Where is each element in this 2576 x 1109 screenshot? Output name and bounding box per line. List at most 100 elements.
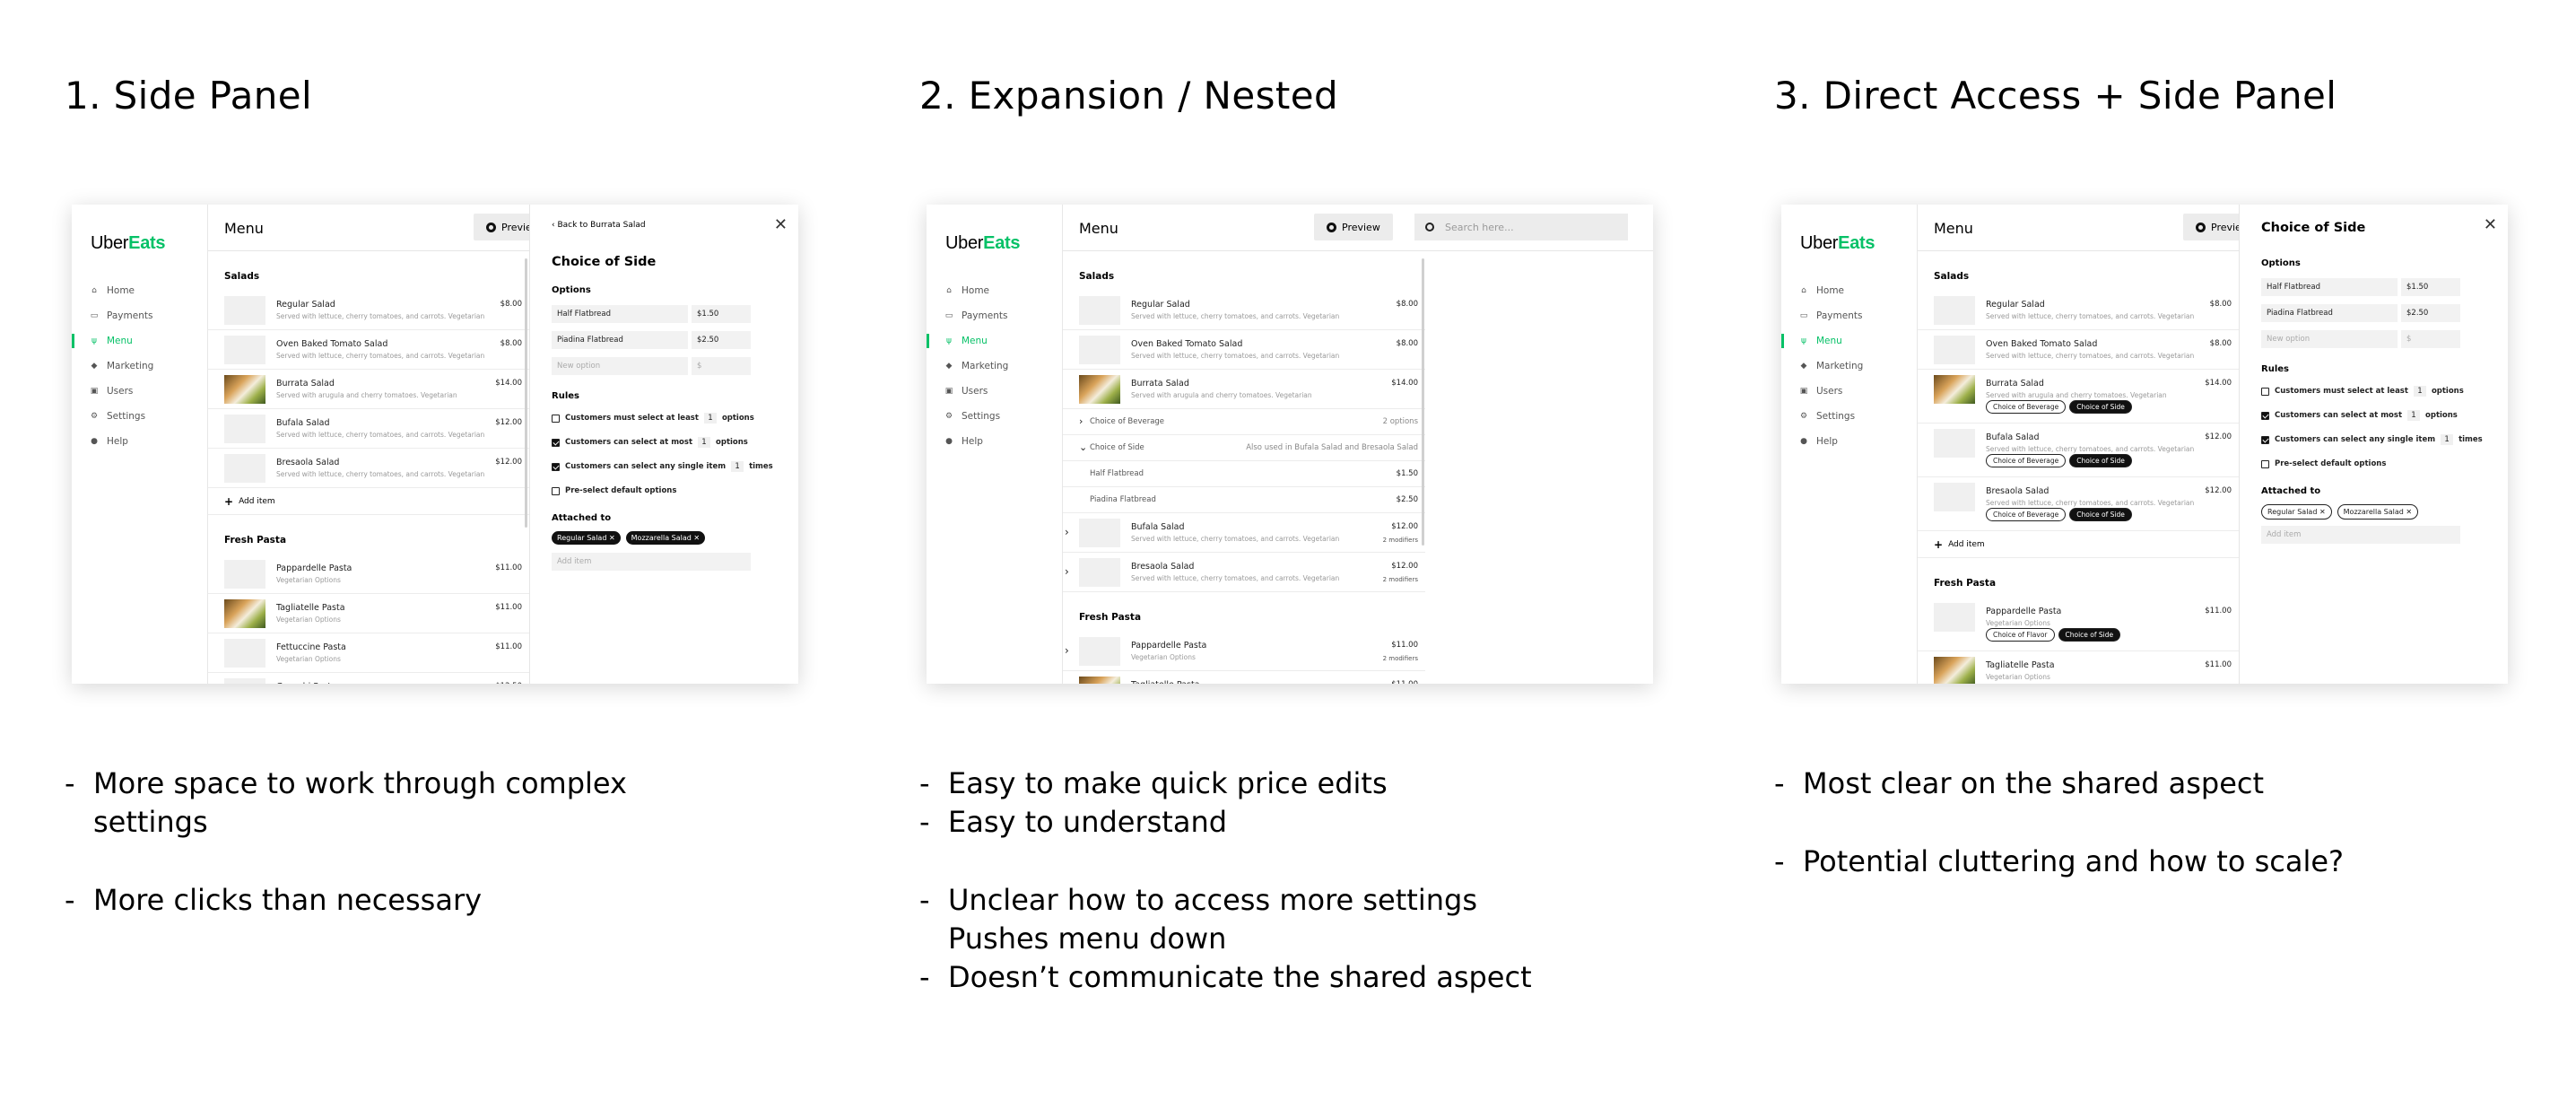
chevron-right-icon[interactable]: › bbox=[1065, 526, 1069, 538]
item-price[interactable]: $12.00 bbox=[1391, 562, 1418, 571]
item-price[interactable]: $12.00 bbox=[495, 458, 522, 467]
option-name[interactable]: Half Flatbread bbox=[1090, 469, 1144, 478]
menu-item-row[interactable]: Oven Baked Tomato Salad Served with lettu… bbox=[1063, 330, 1425, 370]
rule-number-input[interactable]: 1 bbox=[2441, 434, 2454, 445]
sidebar-item-settings[interactable]: ⚙ Settings bbox=[927, 404, 1063, 429]
sidebar-item-marketing[interactable]: ◆ Marketing bbox=[1781, 354, 1918, 379]
item-price[interactable]: $14.00 bbox=[495, 379, 522, 388]
rule-checkbox[interactable] bbox=[552, 414, 560, 423]
back-link[interactable]: ‹ Back to Burrata Salad bbox=[552, 221, 646, 230]
option-price-input[interactable]: $1.50 bbox=[692, 305, 751, 323]
option-name-input[interactable]: Half Flatbread bbox=[552, 305, 688, 323]
option-price-input[interactable]: $2.50 bbox=[692, 331, 751, 349]
modifier-group-beverage[interactable]: › Choice of Beverage 2 options bbox=[1063, 409, 1425, 435]
rule-checkbox[interactable] bbox=[2261, 411, 2269, 420]
item-price[interactable]: $8.00 bbox=[500, 339, 522, 348]
modifier-pill[interactable]: Choice of Side bbox=[2069, 400, 2132, 414]
modifier-pill[interactable]: Choice of Side bbox=[2058, 628, 2121, 642]
chevron-right-icon[interactable]: › bbox=[1065, 565, 1069, 578]
modifier-pill[interactable]: Choice of Side bbox=[2069, 508, 2132, 521]
sidebar-item-home[interactable]: ⌂ Home bbox=[1781, 278, 1918, 303]
rule-checkbox[interactable] bbox=[552, 486, 560, 495]
close-icon[interactable]: ✕ bbox=[774, 215, 788, 234]
option-price-input[interactable]: $1.50 bbox=[2401, 278, 2460, 296]
close-icon[interactable]: ✕ bbox=[2484, 215, 2497, 234]
menu-item-row[interactable]: › Bresaola Salad Served with lettuce, cher… bbox=[1063, 553, 1425, 592]
item-price[interactable]: $14.00 bbox=[1391, 379, 1418, 388]
item-price[interactable]: $8.00 bbox=[1397, 339, 1418, 348]
menu-item-row[interactable]: Bresaola Salad Served with lettuce, cherr… bbox=[208, 449, 529, 488]
item-price[interactable]: $11.00 bbox=[1391, 680, 1418, 684]
sidebar-item-payments[interactable]: ▭ Payments bbox=[1781, 303, 1918, 328]
modifier-group-side[interactable]: ⌄ Choice of Side Also used in Bufala Salad… bbox=[1063, 435, 1425, 461]
menu-item-row[interactable]: › Pappardelle Pasta Vegetarian Options $11.… bbox=[1063, 632, 1425, 671]
option-name-input[interactable]: New option bbox=[2261, 330, 2398, 348]
attached-chip[interactable]: Mozzarella Salad ✕ bbox=[625, 531, 706, 545]
sidebar-item-menu[interactable]: ψ Menu bbox=[927, 328, 1063, 354]
menu-item-row[interactable]: ›Tagliatelle Pasta$11.00 bbox=[1063, 671, 1425, 684]
option-name-input[interactable]: Piadina Flatbread bbox=[552, 331, 688, 349]
menu-item-row[interactable]: Regular Salad Served with lettuce, cherry… bbox=[1063, 291, 1425, 330]
rule-checkbox[interactable] bbox=[552, 438, 560, 447]
rule-checkbox[interactable] bbox=[2261, 387, 2269, 396]
menu-item-row[interactable]: Regular Salad Served with lettuce, cherry… bbox=[1918, 291, 2239, 330]
sidebar-item-settings[interactable]: ⚙ Settings bbox=[1781, 404, 1918, 429]
add-item-button[interactable]: + Add item bbox=[208, 488, 529, 515]
item-price[interactable]: $12.00 bbox=[1391, 522, 1418, 531]
modifier-pill[interactable]: Choice of Beverage bbox=[1986, 508, 2067, 521]
item-price[interactable]: $14.00 bbox=[2205, 379, 2232, 388]
search-input[interactable]: Search here... bbox=[1414, 214, 1628, 240]
rule-number-input[interactable]: 1 bbox=[2407, 410, 2421, 421]
item-price[interactable]: $8.00 bbox=[1397, 300, 1418, 309]
add-item-input[interactable]: Add item bbox=[552, 553, 751, 571]
rule-checkbox[interactable] bbox=[2261, 459, 2269, 468]
preview-button[interactable]: Preview bbox=[1314, 214, 1393, 240]
sidebar-item-users[interactable]: ▣ Users bbox=[927, 379, 1063, 404]
item-price[interactable]: $12.50 bbox=[495, 682, 522, 684]
menu-item-row[interactable]: Fettuccine Pasta Vegetarian Options $11.00 bbox=[208, 633, 529, 673]
option-name-input[interactable]: Piadina Flatbread bbox=[2261, 304, 2398, 322]
menu-item-row[interactable]: Pappardelle Pasta Vegetarian Options $11.0… bbox=[208, 554, 529, 594]
option-price-input[interactable]: $2.50 bbox=[2401, 304, 2460, 322]
chevron-right-icon[interactable]: › bbox=[1065, 644, 1069, 657]
option-price-input[interactable]: $ bbox=[692, 357, 751, 375]
item-price[interactable]: $12.00 bbox=[495, 418, 522, 427]
menu-item-row[interactable]: Bufala Salad Served with lettuce, cherry … bbox=[1918, 424, 2239, 477]
menu-item-row[interactable]: Burrata Salad Served with arugula and che… bbox=[208, 370, 529, 409]
item-price[interactable]: $11.00 bbox=[495, 563, 522, 572]
add-item-button[interactable]: + Add item bbox=[1918, 531, 2239, 558]
menu-item-row[interactable]: Regular Salad Served with lettuce, cherry… bbox=[208, 291, 529, 330]
menu-item-row[interactable]: Bresaola Salad Served with lettuce, cherr… bbox=[1918, 477, 2239, 531]
item-price[interactable]: $8.00 bbox=[500, 300, 522, 309]
sidebar-item-menu[interactable]: ψ Menu bbox=[1781, 328, 1918, 354]
sidebar-item-payments[interactable]: ▭ Payments bbox=[72, 303, 208, 328]
menu-item-row[interactable]: Oven Baked Tomato Salad Served with lettu… bbox=[208, 330, 529, 370]
option-price-input[interactable]: $ bbox=[2401, 330, 2460, 348]
rule-number-input[interactable]: 1 bbox=[698, 437, 711, 448]
modifier-pill[interactable]: Choice of Flavor bbox=[1986, 628, 2055, 642]
sidebar-item-marketing[interactable]: ◆ Marketing bbox=[72, 354, 208, 379]
rule-checkbox[interactable] bbox=[552, 462, 560, 471]
sidebar-item-home[interactable]: ⌂ Home bbox=[927, 278, 1063, 303]
item-price[interactable]: $12.00 bbox=[2205, 486, 2232, 495]
item-price[interactable]: $11.00 bbox=[495, 642, 522, 651]
menu-item-row[interactable]: Burrata Salad Served with arugula and che… bbox=[1918, 370, 2239, 424]
menu-item-row[interactable]: Tagliatelle Pasta Vegetarian Options $11.0… bbox=[1918, 651, 2239, 684]
sidebar-item-home[interactable]: ⌂ Home bbox=[72, 278, 208, 303]
sidebar-item-users[interactable]: ▣ Users bbox=[72, 379, 208, 404]
add-item-input[interactable]: Add item bbox=[2261, 526, 2460, 544]
attached-chip[interactable]: Regular Salad ✕ bbox=[2261, 504, 2332, 520]
item-price[interactable]: $8.00 bbox=[2210, 339, 2232, 348]
modifier-pill[interactable]: Choice of Side bbox=[2069, 454, 2132, 467]
rule-number-input[interactable]: 1 bbox=[703, 413, 717, 424]
menu-item-row[interactable]: › Bufala Salad Served with lettuce, cherry… bbox=[1063, 513, 1425, 553]
sidebar-item-users[interactable]: ▣ Users bbox=[1781, 379, 1918, 404]
nested-option-row[interactable]: Half Flatbread $1.50 bbox=[1063, 461, 1425, 487]
scrollbar[interactable] bbox=[525, 258, 527, 528]
menu-item-row[interactable]: Bufala Salad Served with lettuce, cherry … bbox=[208, 409, 529, 449]
sidebar-item-settings[interactable]: ⚙ Settings bbox=[72, 404, 208, 429]
attached-chip[interactable]: Mozzarella Salad ✕ bbox=[2337, 504, 2419, 520]
item-price[interactable]: $11.00 bbox=[1391, 641, 1418, 650]
rule-checkbox[interactable] bbox=[2261, 435, 2269, 444]
rule-number-input[interactable]: 1 bbox=[731, 461, 744, 472]
